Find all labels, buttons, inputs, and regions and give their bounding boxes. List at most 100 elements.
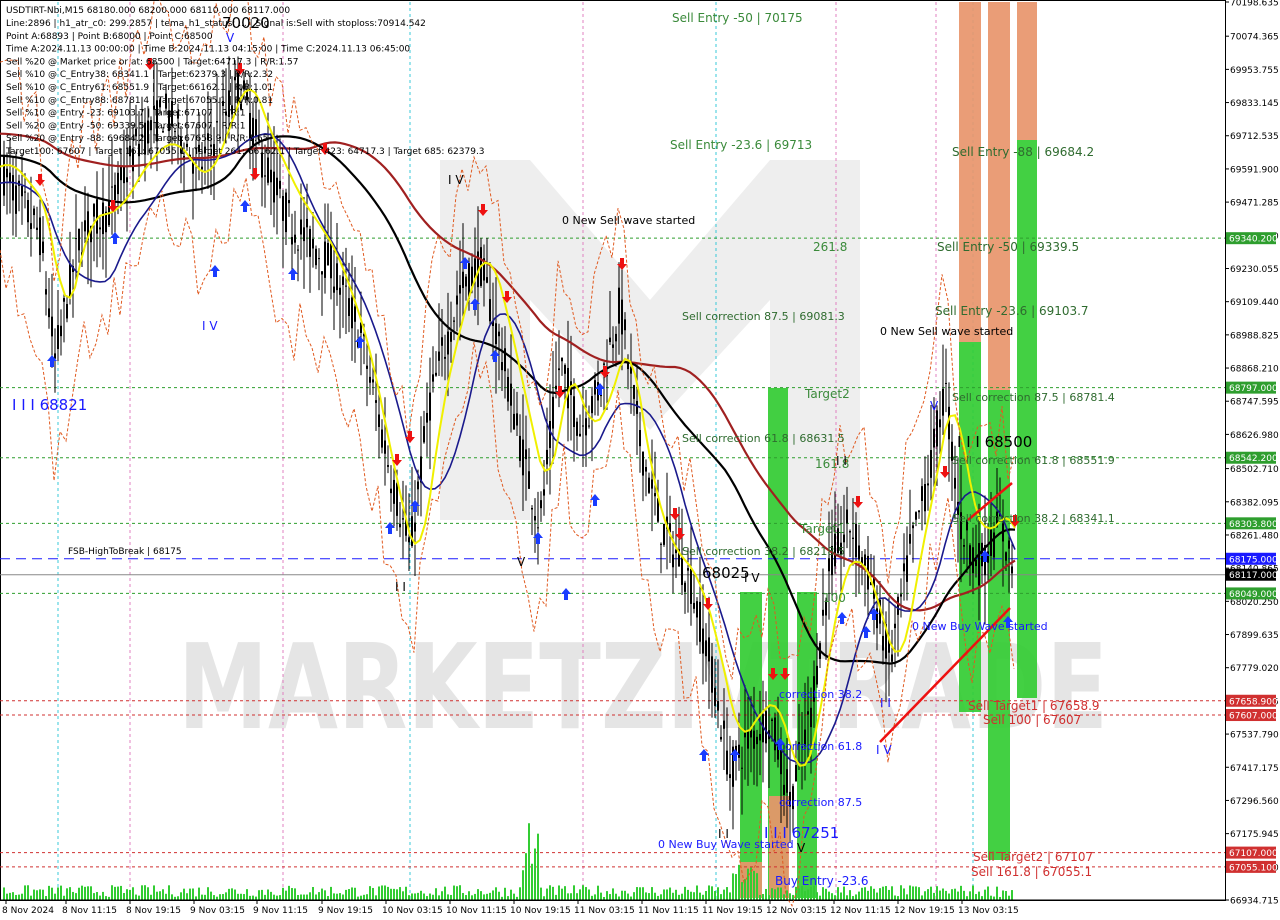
volume-bar	[135, 894, 137, 900]
candle-body	[516, 413, 518, 426]
volume-bar	[639, 887, 641, 900]
y-tick-label: 69230.055	[1230, 265, 1279, 275]
y-tick-label: 67537.790	[1230, 731, 1279, 741]
volume-bar	[564, 886, 566, 900]
y-tick-label: 69953.755	[1230, 66, 1279, 76]
x-tick-label: 10 Nov 03:15	[382, 906, 443, 916]
volume-bar	[597, 885, 599, 900]
volume-bar	[384, 885, 386, 900]
volume-bar	[513, 893, 515, 900]
candle-body	[918, 510, 920, 513]
candle-body	[378, 414, 380, 427]
volume-bar	[756, 873, 758, 900]
volume-bar	[960, 885, 962, 900]
x-tick-label: 8 Nov 2024	[2, 906, 54, 916]
volume-bar	[669, 887, 671, 900]
candle-body	[633, 385, 635, 399]
candle-body	[393, 479, 395, 504]
candle-body	[36, 227, 38, 230]
candle-body	[903, 563, 905, 572]
candle-body	[435, 372, 437, 376]
candle-body	[381, 429, 383, 448]
candle-body	[300, 219, 302, 235]
annotation-label: Sell 161.8 | 67055.1	[971, 865, 1092, 879]
candle-body	[684, 582, 686, 592]
volume-bar	[585, 887, 587, 900]
price-badge-label: 68049.000	[1229, 590, 1278, 600]
volume-bar	[45, 896, 47, 900]
candle-body	[267, 157, 269, 183]
volume-bar	[255, 896, 257, 900]
annotation-label: correction 61.8	[779, 740, 862, 753]
volume-bar	[51, 887, 53, 900]
candle-body	[495, 323, 497, 345]
volume-bar	[225, 892, 227, 900]
volume-bar	[12, 892, 14, 900]
volume-bar	[672, 892, 674, 900]
volume-bar	[150, 894, 152, 900]
volume-bar	[405, 886, 407, 900]
volume-bar	[528, 823, 530, 900]
volume-bar	[213, 895, 215, 900]
candle-body	[432, 374, 434, 382]
x-tick-label: 9 Nov 19:15	[318, 906, 373, 916]
candle-body	[525, 449, 527, 460]
volume-bar	[690, 891, 692, 900]
volume-bar	[306, 894, 308, 900]
volume-bar	[36, 890, 38, 900]
volume-bar	[939, 890, 941, 900]
volume-bar	[186, 893, 188, 900]
x-tick-label: 12 Nov 19:15	[894, 906, 955, 916]
volume-bar	[366, 894, 368, 900]
candle-body	[717, 701, 719, 711]
volume-bar	[288, 885, 290, 900]
volume-bar	[975, 894, 977, 900]
volume-bar	[543, 896, 545, 900]
volume-bar	[591, 895, 593, 900]
volume-bar	[432, 894, 434, 900]
annotation-label: 0 New Sell wave started	[562, 214, 695, 227]
candle-body	[438, 351, 440, 361]
y-tick-label: 69712.535	[1230, 132, 1279, 142]
volume-bar	[294, 888, 296, 900]
candle-body	[42, 241, 44, 254]
pattern-zone	[959, 2, 981, 342]
info-line: Sell %10 @ C_Entry38: 68341.1 | Target:6…	[6, 70, 273, 80]
candle-body	[6, 168, 8, 178]
candle-body	[1005, 552, 1007, 561]
annotation-label: Target2	[804, 387, 850, 401]
price-badge-label: 68542.200	[1229, 454, 1278, 464]
volume-bar	[828, 891, 830, 900]
volume-bar	[381, 885, 383, 900]
volume-bar	[276, 895, 278, 900]
candle-body	[534, 515, 536, 521]
candle-body	[324, 241, 326, 278]
candle-body	[609, 337, 611, 343]
candle-body	[399, 523, 401, 528]
candle-body	[423, 426, 425, 443]
candle-body	[942, 388, 944, 416]
candle-body	[588, 425, 590, 427]
volume-bar	[660, 894, 662, 900]
volume-bar	[927, 889, 929, 900]
y-tick-label: 70074.365	[1230, 33, 1279, 43]
candle-body	[711, 656, 713, 693]
volume-bar	[633, 892, 635, 900]
candle-body	[99, 227, 101, 230]
volume-bar	[855, 894, 857, 900]
volume-bar	[96, 892, 98, 900]
candle-body	[855, 523, 857, 558]
candle-body	[522, 439, 524, 476]
volume-bar	[906, 894, 908, 900]
volume-bar	[393, 888, 395, 900]
candle-body	[927, 483, 929, 486]
volume-bar	[90, 886, 92, 900]
volume-bar	[789, 893, 791, 900]
candle-body	[954, 477, 956, 489]
volume-bar	[876, 892, 878, 900]
volume-bar	[864, 887, 866, 900]
volume-bar	[219, 894, 221, 900]
volume-bar	[609, 894, 611, 900]
volume-bar	[663, 889, 665, 900]
volume-bar	[600, 892, 602, 900]
